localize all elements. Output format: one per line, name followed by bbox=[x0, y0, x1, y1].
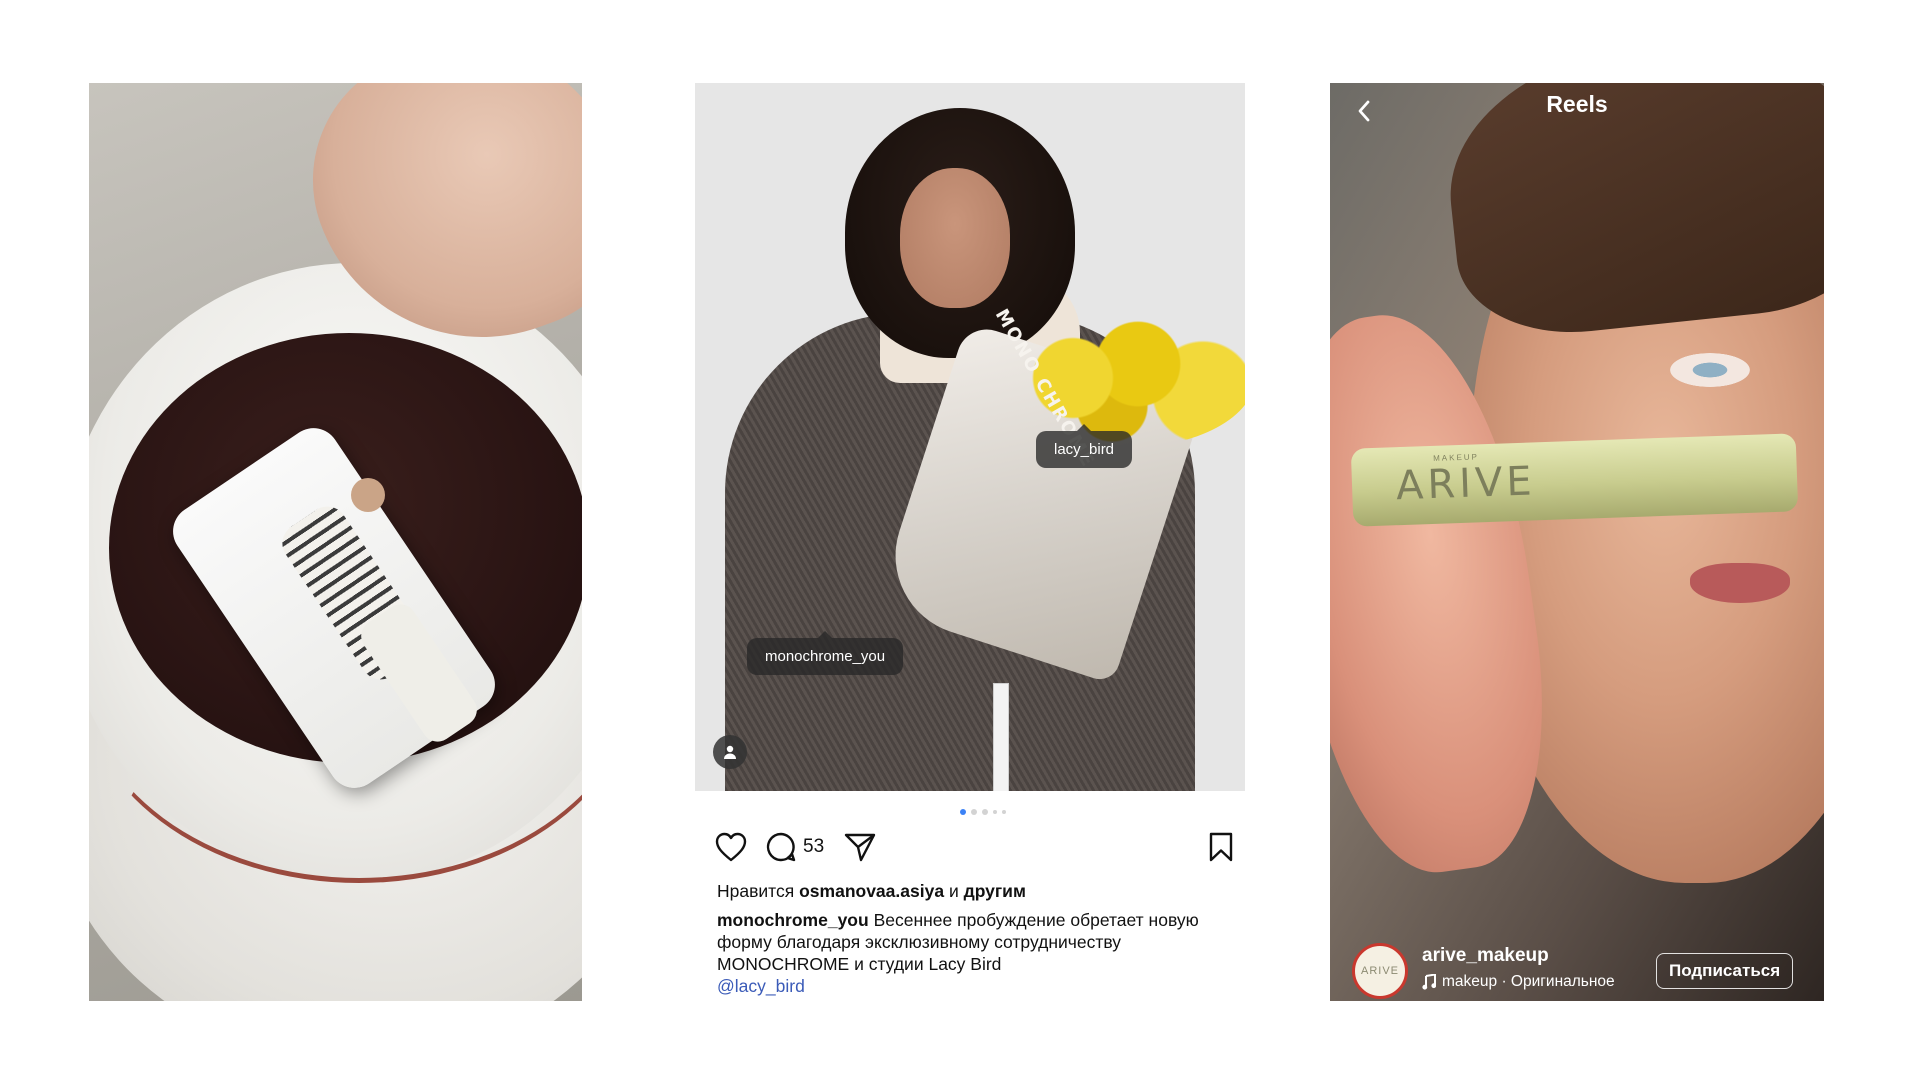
photo-tag-monochrome-you[interactable]: monochrome_you bbox=[747, 638, 904, 675]
share-icon[interactable] bbox=[842, 829, 878, 865]
photo-tag-lacy-bird[interactable]: lacy_bird bbox=[1036, 431, 1133, 468]
reels-hair bbox=[1436, 83, 1824, 345]
carousel-dot bbox=[982, 809, 988, 815]
reels-title: Reels bbox=[1546, 91, 1608, 117]
reels-audio[interactable]: makeup · Оригинальное bbox=[1422, 973, 1615, 991]
carousel-dot-active bbox=[960, 809, 966, 815]
carousel-dot bbox=[1002, 810, 1006, 814]
caption-mention-link[interactable]: @lacy_bird bbox=[717, 975, 1217, 997]
likes-user-link[interactable]: osmanovaa.asiya bbox=[799, 881, 944, 901]
likes-others-link[interactable]: другим bbox=[964, 881, 1026, 901]
reels-audio-label: makeup · Оригинальное bbox=[1442, 973, 1615, 990]
post-photo[interactable]: MONO CHROME lacy_bird monochrome_you bbox=[695, 83, 1245, 791]
carousel-indicator bbox=[960, 809, 1006, 815]
caption-author[interactable]: monochrome_you bbox=[717, 910, 869, 930]
heart-icon[interactable] bbox=[713, 829, 749, 865]
likes-line: Нравится osmanovaa.asiya и другим bbox=[717, 881, 1026, 902]
instagram-post: MONO CHROME lacy_bird monochrome_you 53 … bbox=[695, 83, 1245, 1003]
likes-conj: и bbox=[948, 881, 959, 901]
post-actions: 53 bbox=[713, 829, 1239, 865]
ribbon bbox=[993, 683, 1009, 791]
user-tags-icon[interactable] bbox=[713, 735, 747, 769]
reels-lips bbox=[1690, 563, 1790, 603]
carousel-dot bbox=[971, 809, 977, 815]
reels-username[interactable]: arive_makeup bbox=[1422, 945, 1549, 967]
reels-view: MAKEUP ARIVE Reels ARIVE arive_makeup ma… bbox=[1330, 83, 1824, 1001]
coffee-cup-image bbox=[89, 83, 582, 1001]
face bbox=[900, 168, 1010, 308]
follow-button[interactable]: Подписаться bbox=[1656, 953, 1794, 989]
product-tube: MAKEUP ARIVE bbox=[1350, 433, 1799, 527]
post-caption: monochrome_you Весеннее пробуждение обре… bbox=[717, 909, 1217, 997]
product-small-label: MAKEUP bbox=[1433, 452, 1480, 463]
avatar-text: ARIVE bbox=[1360, 965, 1399, 977]
comment-count: 53 bbox=[803, 836, 825, 857]
avatar[interactable]: ARIVE bbox=[1352, 943, 1408, 999]
reels-eye bbox=[1670, 353, 1750, 387]
music-note-icon bbox=[1422, 974, 1436, 990]
product-brand: ARIVE bbox=[1395, 458, 1537, 510]
person-icon bbox=[724, 745, 736, 759]
miniature-person-head bbox=[351, 478, 385, 512]
bookmark-icon[interactable] bbox=[1203, 829, 1239, 865]
likes-prefix: Нравится bbox=[717, 881, 795, 901]
comment-icon[interactable] bbox=[763, 829, 799, 865]
carousel-dot bbox=[993, 810, 997, 814]
